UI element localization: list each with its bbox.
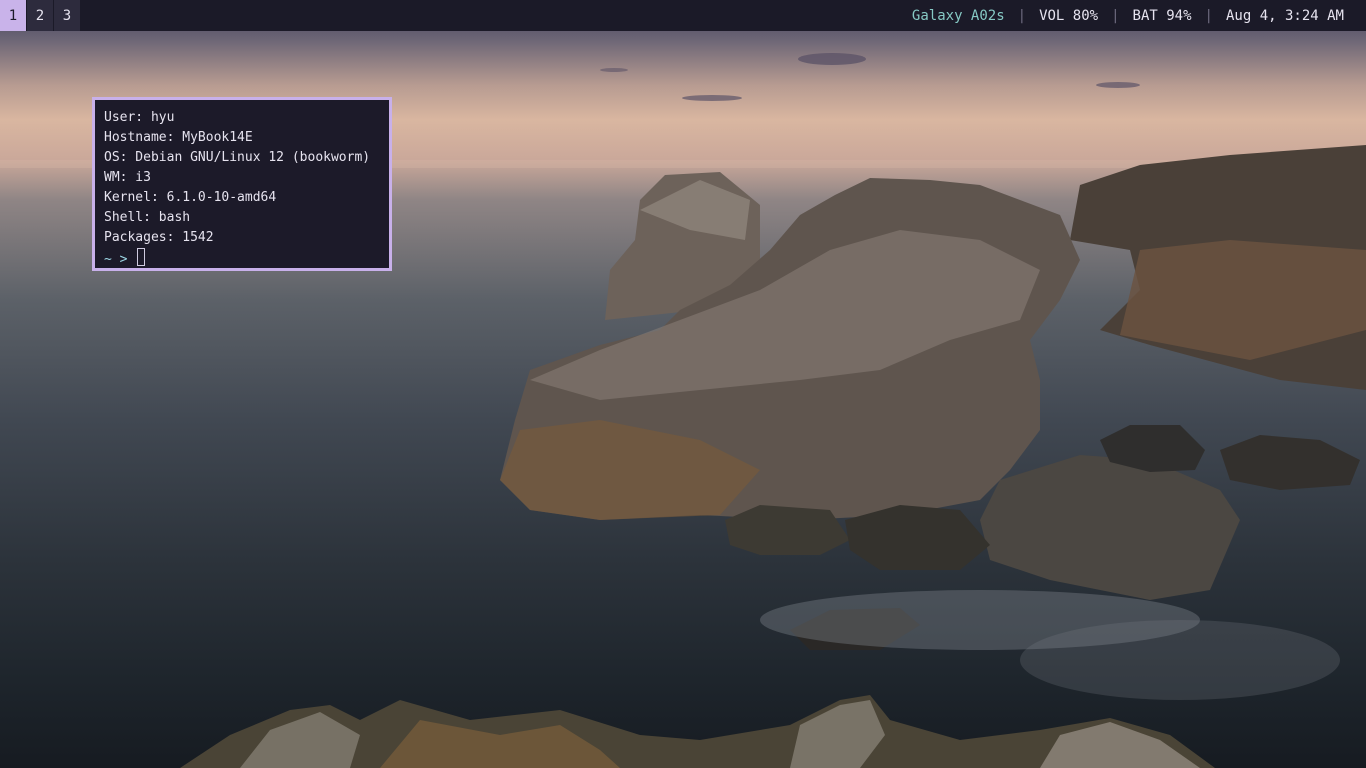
separator: | [1111,7,1120,24]
text-cursor [137,248,146,266]
terminal-line-hostname: Hostname: MyBook14E [104,130,253,145]
workspace-1-button[interactable]: 1 [0,0,27,31]
terminal-window[interactable]: User: hyu Hostname: MyBook14E OS: Debian… [92,97,392,271]
terminal-line-kernel: Kernel: 6.1.0-10-amd64 [104,190,277,205]
top-status-bar: 1 2 3 Galaxy A02s | VOL 80% | BAT 94% | … [0,0,1366,31]
separator: | [1017,7,1027,24]
terminal-line-packages: Packages: 1542 [104,230,214,245]
workspace-switcher: 1 2 3 [0,0,81,31]
workspace-2-button[interactable]: 2 [27,0,54,31]
terminal-line-user: User: hyu [104,110,175,125]
volume-indicator[interactable]: VOL 80% [1039,8,1098,24]
status-area: Galaxy A02s | VOL 80% | BAT 94% | Aug 4,… [912,8,1366,24]
connected-device: Galaxy A02s [911,7,1005,24]
clock: Aug 4, 3:24 AM [1225,7,1344,24]
battery-indicator: BAT 94% [1132,7,1192,24]
terminal-prompt-line[interactable]: ~ > [104,248,389,268]
terminal-line-os: OS: Debian GNU/Linux 12 (bookworm) [104,150,371,165]
terminal-line-wm: WM: i3 [104,170,151,185]
shell-prompt: ~ > [104,252,128,267]
terminal-line-shell: Shell: bash [104,210,191,225]
workspace-3-button[interactable]: 3 [54,0,81,31]
separator: | [1204,7,1213,24]
